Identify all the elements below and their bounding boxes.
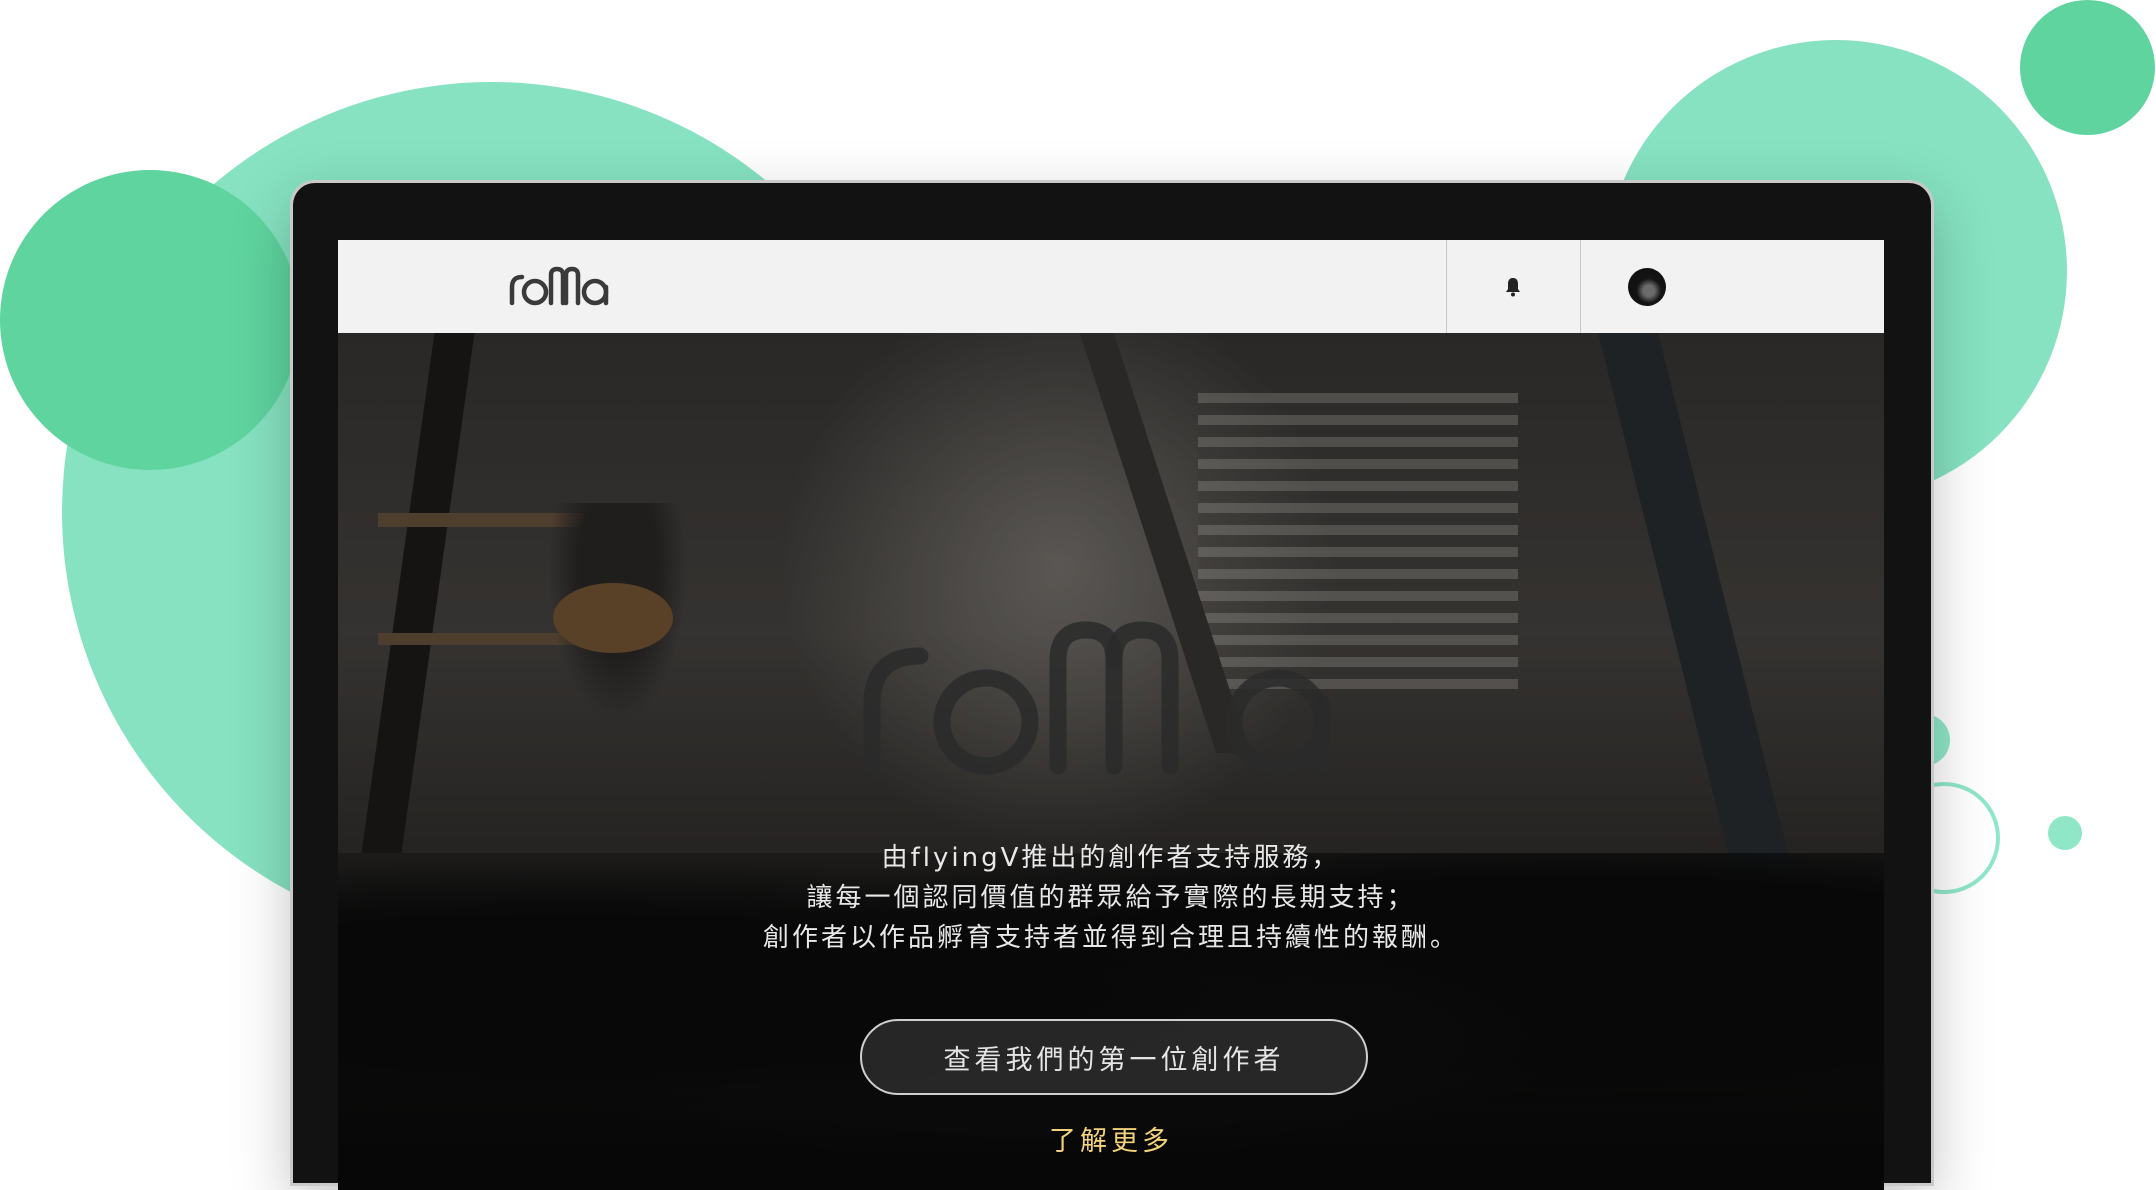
decor-blob-right-small: [2020, 0, 2155, 135]
tablet-device-frame: 由flyingV推出的創作者支持服務， 讓每一個認同價值的群眾給予實際的長期支持…: [293, 183, 1931, 1190]
decor-dot-small: [2048, 816, 2082, 850]
hero-description-line: 由flyingV推出的創作者支持服務，: [881, 843, 1341, 873]
learn-more-link[interactable]: 了解更多: [338, 1119, 1884, 1158]
top-navbar: [338, 240, 1884, 334]
hero-description-line: 創作者以作品孵育支持者並得到合理且持續性的報酬。: [762, 923, 1459, 953]
notifications-button[interactable]: [1446, 240, 1580, 333]
hero-section: 由flyingV推出的創作者支持服務， 讓每一個認同價值的群眾給予實際的長期支持…: [338, 333, 1884, 1190]
device-screen: 由flyingV推出的創作者支持服務， 讓每一個認同價值的群眾給予實際的長期支持…: [338, 240, 1884, 1190]
rolla-logo[interactable]: [508, 265, 614, 311]
hero-rolla-logo: [858, 616, 1368, 780]
view-first-creator-button[interactable]: 查看我們的第一位創作者: [860, 1019, 1368, 1095]
decor-blob-left-small: [0, 170, 300, 470]
hero-description-line: 讓每一個認同價值的群眾給予實際的長期支持；: [806, 883, 1416, 913]
rolla-logo-mark: [509, 266, 609, 306]
bell-icon: [1506, 277, 1520, 296]
avatar: [1628, 267, 1666, 306]
user-avatar-button[interactable]: [1580, 240, 1714, 333]
rolla-logo-large: [863, 621, 1331, 775]
hero-description: 由flyingV推出的創作者支持服務， 讓每一個認同價值的群眾給予實際的長期支持…: [338, 838, 1884, 958]
